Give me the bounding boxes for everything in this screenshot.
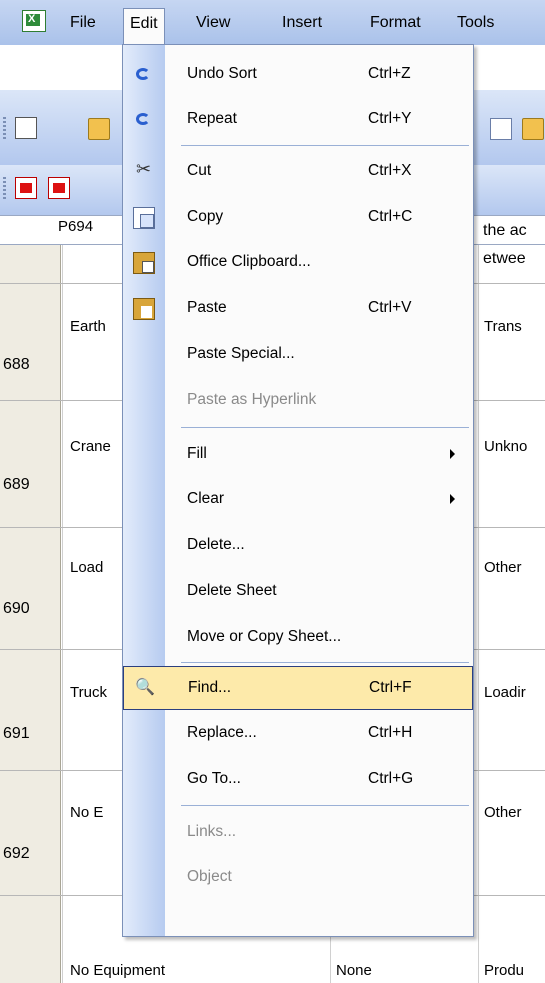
cell-category[interactable]: Loadir xyxy=(484,684,526,701)
menu-item-label: Delete Sheet xyxy=(187,582,277,599)
repeat-icon xyxy=(133,109,155,131)
copy-icon xyxy=(133,207,155,229)
undo-icon xyxy=(133,64,155,86)
submenu-arrow-icon xyxy=(450,494,455,504)
menu-item-shortcut: Ctrl+Z xyxy=(368,65,411,82)
new-document-icon[interactable] xyxy=(15,117,37,139)
menu-item-shortcut: Ctrl+V xyxy=(368,299,412,316)
menu-view[interactable]: View xyxy=(196,12,230,34)
menu-item-label: Clear xyxy=(187,490,225,507)
menu-item-clear[interactable]: Clear xyxy=(123,478,473,522)
col-line xyxy=(478,245,479,983)
cell-equipment[interactable]: Load xyxy=(70,559,103,576)
menu-item-label: Paste Special... xyxy=(187,345,295,362)
cell-category[interactable]: Unkno xyxy=(484,438,527,455)
row-number[interactable]: 688 xyxy=(3,356,30,374)
menu-item-cut[interactable]: Cut Ctrl+X xyxy=(123,150,473,194)
menu-separator xyxy=(181,145,469,146)
col-line xyxy=(62,245,63,983)
menu-item-label: Go To... xyxy=(187,770,241,787)
cell-equipment[interactable]: Crane xyxy=(70,438,111,455)
row-number[interactable]: 692 xyxy=(3,845,30,863)
menu-item-paste[interactable]: Paste Ctrl+V xyxy=(123,287,473,331)
row-number[interactable]: 689 xyxy=(3,476,30,494)
menu-item-label: Fill xyxy=(187,445,207,462)
menu-separator xyxy=(181,427,469,428)
cell-equipment[interactable]: No E xyxy=(70,804,103,821)
cell-category[interactable]: Other xyxy=(484,804,522,821)
menu-item-find[interactable]: Find... Ctrl+F xyxy=(123,666,473,710)
row-number[interactable]: 691 xyxy=(3,725,30,743)
menu-item-shortcut: Ctrl+F xyxy=(369,679,412,696)
submenu-arrow-icon xyxy=(450,449,455,459)
row-number[interactable]: 690 xyxy=(3,600,30,618)
cut-icon xyxy=(133,159,155,183)
menu-item-links: Links... xyxy=(123,811,473,855)
pdf-convert-icon[interactable] xyxy=(15,177,37,199)
menu-insert[interactable]: Insert xyxy=(282,12,322,34)
menu-item-label: Undo Sort xyxy=(187,65,257,82)
menu-item-shortcut: Ctrl+X xyxy=(368,162,412,179)
find-binoculars-icon xyxy=(134,677,156,700)
menu-item-label: Replace... xyxy=(187,724,257,741)
cell-category[interactable]: Produ xyxy=(484,962,524,979)
cell-equipment[interactable]: Earth xyxy=(70,318,106,335)
menu-item-label: Find... xyxy=(188,679,232,696)
menu-item-shortcut: Ctrl+Y xyxy=(368,110,412,127)
paste-toolbar-icon[interactable] xyxy=(522,118,544,140)
menu-edit[interactable]: Edit xyxy=(123,8,165,45)
cell-equipment[interactable]: No Equipment xyxy=(70,962,165,979)
menu-item-repeat[interactable]: Repeat Ctrl+Y xyxy=(123,98,473,142)
menu-item-label: Object xyxy=(187,868,232,885)
toolbar-grip[interactable] xyxy=(3,117,6,141)
menu-item-label: Paste as Hyperlink xyxy=(187,391,317,408)
menu-item-office-clipboard[interactable]: Office Clipboard... xyxy=(123,241,473,285)
menu-item-label: Delete... xyxy=(187,536,245,553)
open-folder-icon[interactable] xyxy=(88,118,110,140)
menu-file[interactable]: File xyxy=(70,12,96,34)
menu-item-label: Move or Copy Sheet... xyxy=(187,628,342,645)
menu-separator xyxy=(181,662,469,663)
menu-item-delete[interactable]: Delete... xyxy=(123,524,473,568)
menu-item-copy[interactable]: Copy Ctrl+C xyxy=(123,196,473,240)
formula-text: the ac xyxy=(483,222,527,239)
menu-item-shortcut: Ctrl+C xyxy=(368,208,413,225)
edit-menu-dropdown: Undo Sort Ctrl+Z Repeat Ctrl+Y Cut Ctrl+… xyxy=(122,44,474,937)
menu-item-go-to[interactable]: Go To... Ctrl+G xyxy=(123,758,473,802)
menu-item-label: Copy xyxy=(187,208,224,225)
menu-item-label: Links... xyxy=(187,823,237,840)
name-box[interactable]: P694 xyxy=(58,218,93,235)
menu-item-delete-sheet[interactable]: Delete Sheet xyxy=(123,570,473,614)
menu-item-paste-hyperlink: Paste as Hyperlink xyxy=(123,379,473,423)
copy-toolbar-icon[interactable] xyxy=(490,118,512,140)
clipboard-icon xyxy=(133,252,155,274)
menu-bar: File Edit View Insert Format Tools xyxy=(0,0,545,45)
menu-item-fill[interactable]: Fill xyxy=(123,433,473,477)
cell-value[interactable]: None xyxy=(336,962,372,979)
formula-text-2: etwee xyxy=(483,250,526,267)
menu-item-replace[interactable]: Replace... Ctrl+H xyxy=(123,712,473,756)
menu-item-label: Cut xyxy=(187,162,212,179)
menu-tools[interactable]: Tools xyxy=(457,12,494,34)
menu-format[interactable]: Format xyxy=(370,12,421,34)
menu-item-move-copy-sheet[interactable]: Move or Copy Sheet... xyxy=(123,616,473,660)
cell-equipment[interactable]: Truck xyxy=(70,684,107,701)
menu-item-shortcut: Ctrl+G xyxy=(368,770,414,787)
menu-item-shortcut: Ctrl+H xyxy=(368,724,413,741)
menu-item-undo-sort[interactable]: Undo Sort Ctrl+Z xyxy=(123,53,473,97)
cell-category[interactable]: Other xyxy=(484,559,522,576)
cell-category[interactable]: Trans xyxy=(484,318,522,335)
menu-separator xyxy=(181,805,469,806)
menu-item-label: Repeat xyxy=(187,110,237,127)
menu-item-label: Office Clipboard... xyxy=(187,253,311,270)
menu-item-paste-special[interactable]: Paste Special... xyxy=(123,333,473,377)
toolbar-grip-2[interactable] xyxy=(3,177,6,201)
pdf-convert-sheet-icon[interactable] xyxy=(48,177,70,199)
menu-item-label: Paste xyxy=(187,299,227,316)
paste-icon xyxy=(133,298,155,320)
excel-app-icon[interactable] xyxy=(22,10,46,32)
menu-item-object: Object xyxy=(123,856,473,900)
